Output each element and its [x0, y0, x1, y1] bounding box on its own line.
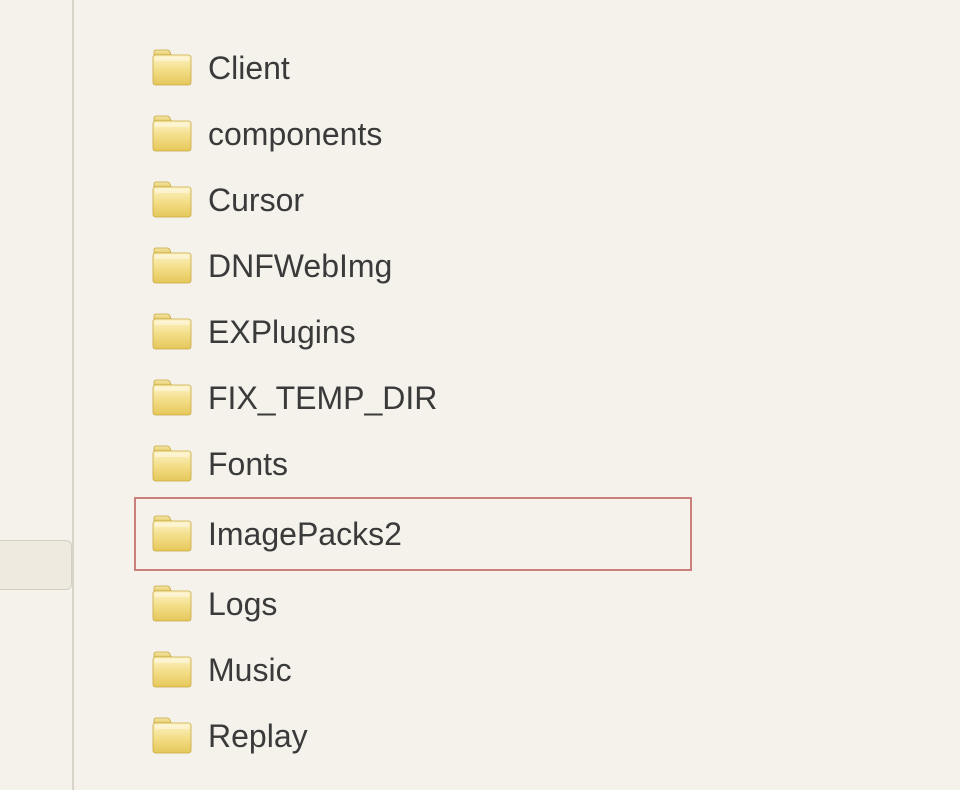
folder-label: Fonts	[208, 446, 288, 483]
folder-label: components	[208, 116, 382, 153]
file-list: Client components Cursor	[140, 35, 900, 769]
folder-icon	[152, 585, 192, 623]
folder-icon	[152, 247, 192, 285]
folder-item-components[interactable]: components	[140, 101, 900, 167]
folder-label: ImagePacks2	[208, 516, 402, 553]
folder-icon	[152, 379, 192, 417]
folder-label: DNFWebImg	[208, 248, 392, 285]
folder-icon	[152, 49, 192, 87]
folder-label: Client	[208, 50, 290, 87]
folder-icon	[152, 313, 192, 351]
folder-icon	[152, 115, 192, 153]
folder-item-explugins[interactable]: EXPlugins	[140, 299, 900, 365]
folder-item-replay[interactable]: Replay	[140, 703, 900, 769]
folder-icon	[152, 651, 192, 689]
folder-item-fix-temp-dir[interactable]: FIX_TEMP_DIR	[140, 365, 900, 431]
sidebar-panel-stub	[0, 540, 72, 590]
folder-item-cursor[interactable]: Cursor	[140, 167, 900, 233]
folder-icon	[152, 515, 192, 553]
folder-label: EXPlugins	[208, 314, 356, 351]
folder-icon	[152, 181, 192, 219]
folder-item-logs[interactable]: Logs	[140, 571, 900, 637]
sidebar-divider	[72, 0, 74, 790]
folder-label: Music	[208, 652, 292, 689]
folder-item-music[interactable]: Music	[140, 637, 900, 703]
folder-label: FIX_TEMP_DIR	[208, 380, 437, 417]
folder-label: Logs	[208, 586, 277, 623]
folder-icon	[152, 717, 192, 755]
folder-item-imagepacks2[interactable]: ImagePacks2	[134, 497, 692, 571]
folder-icon	[152, 445, 192, 483]
folder-label: Replay	[208, 718, 308, 755]
folder-item-client[interactable]: Client	[140, 35, 900, 101]
folder-label: Cursor	[208, 182, 304, 219]
folder-item-dnfwebimg[interactable]: DNFWebImg	[140, 233, 900, 299]
folder-item-fonts[interactable]: Fonts	[140, 431, 900, 497]
